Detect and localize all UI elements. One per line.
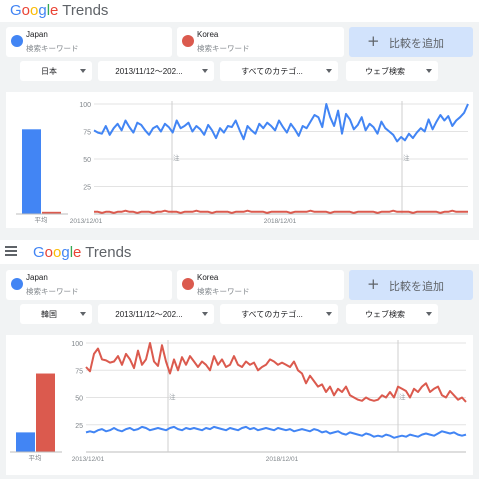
caret-down-icon — [202, 69, 208, 73]
x-tick-label: 2018/12/01 — [264, 218, 297, 225]
caret-down-icon — [426, 69, 432, 73]
interest-over-time-chart: 25 50 75 100 平均 注 注 2013/12/01 2018/12/01 — [6, 92, 473, 228]
y-tick-label: 50 — [83, 157, 91, 164]
caret-down-icon — [426, 312, 432, 316]
term-name: Japan — [26, 30, 48, 39]
trends-panel-top: Google Trends Japan 検索キーワード Korea 検索キーワー… — [0, 0, 479, 235]
y-tick-label: 100 — [71, 341, 83, 348]
term-type: 検索キーワード — [26, 287, 79, 296]
search-term-korea[interactable]: Korea 検索キーワード — [177, 270, 344, 300]
series-color-dot — [182, 278, 194, 290]
term-name: Japan — [26, 273, 48, 282]
filter-label: 2013/11/12～202... — [115, 67, 183, 76]
term-name: Korea — [197, 30, 219, 39]
logo-trends-text: Trends — [62, 2, 109, 19]
filter-label: ウェブ検索 — [365, 310, 405, 319]
average-bar-japan — [16, 432, 35, 452]
filter-label: 日本 — [41, 67, 57, 76]
series-color-dot — [182, 35, 194, 47]
logo-trends-text: Trends — [85, 244, 132, 261]
average-label: 平均 — [35, 215, 49, 224]
search-type-dropdown[interactable]: ウェブ検索 — [346, 304, 438, 324]
add-comparison-button[interactable]: + 比較を追加 — [349, 27, 473, 57]
chart-svg: 25 50 75 100 平均 注 注 2013/12/01 2018/12/01 — [10, 340, 467, 463]
filter-label: 韓国 — [41, 310, 57, 319]
term-name: Korea — [197, 273, 219, 282]
y-tick-label: 50 — [75, 396, 83, 403]
trends-panel-bottom: Google Trends Japan 検索キーワード Korea 検索キーワー… — [0, 240, 479, 478]
caret-down-icon — [202, 312, 208, 316]
caret-down-icon — [326, 69, 332, 73]
caret-down-icon — [80, 69, 86, 73]
x-tick-label: 2018/12/01 — [266, 456, 299, 463]
x-tick-label: 2013/12/01 — [70, 218, 103, 225]
note-label: 注 — [173, 153, 180, 162]
filter-label: すべてのカテゴ... — [241, 310, 303, 319]
y-tick-label: 25 — [83, 185, 91, 192]
series-line-korea — [85, 342, 467, 403]
category-dropdown[interactable]: すべてのカテゴ... — [220, 304, 338, 324]
google-trends-logo[interactable]: Google Trends — [33, 244, 131, 261]
search-term-japan[interactable]: Japan 検索キーワード — [6, 27, 172, 57]
series-line-korea — [94, 209, 468, 214]
date-range-dropdown[interactable]: 2013/11/12～202... — [98, 304, 214, 324]
filter-label: ウェブ検索 — [365, 67, 405, 76]
average-bar-korea — [36, 373, 55, 452]
add-comparison-label: 比較を追加 — [389, 281, 444, 293]
series-line-japan — [85, 425, 467, 439]
category-dropdown[interactable]: すべてのカテゴ... — [220, 61, 338, 81]
caret-down-icon — [80, 312, 86, 316]
add-comparison-button[interactable]: + 比較を追加 — [349, 270, 473, 300]
series-line-japan — [93, 103, 469, 143]
term-type: 検索キーワード — [197, 44, 250, 53]
caret-down-icon — [326, 312, 332, 316]
note-label: 注 — [169, 392, 176, 401]
menu-icon[interactable] — [5, 246, 17, 258]
search-term-korea[interactable]: Korea 検索キーワード — [177, 27, 344, 57]
y-tick-label: 100 — [79, 102, 91, 109]
region-dropdown[interactable]: 韓国 — [20, 304, 92, 324]
series-color-dot — [11, 35, 23, 47]
header-bar: Google Trends — [0, 0, 479, 22]
filter-label: すべてのカテゴ... — [241, 67, 303, 76]
series-color-dot — [11, 278, 23, 290]
chart-svg: 25 50 75 100 平均 注 注 2013/12/01 2018/12/01 — [16, 101, 469, 225]
term-type: 検索キーワード — [197, 287, 250, 296]
plus-icon: + — [367, 275, 380, 293]
y-tick-label: 25 — [75, 423, 83, 430]
filter-label: 2013/11/12～202... — [115, 310, 183, 319]
note-label: 注 — [403, 153, 410, 162]
add-comparison-label: 比較を追加 — [389, 38, 444, 50]
average-label: 平均 — [29, 453, 43, 462]
x-tick-label: 2013/12/01 — [72, 456, 105, 463]
average-bar-japan — [22, 129, 41, 214]
y-tick-label: 75 — [83, 130, 91, 137]
header-bar: Google Trends — [0, 240, 479, 264]
plus-icon: + — [367, 32, 380, 50]
date-range-dropdown[interactable]: 2013/11/12～202... — [98, 61, 214, 81]
interest-over-time-chart: 25 50 75 100 平均 注 注 2013/12/01 2018/12/01 — [6, 335, 473, 475]
y-tick-label: 75 — [75, 368, 83, 375]
search-term-japan[interactable]: Japan 検索キーワード — [6, 270, 172, 300]
note-label: 注 — [399, 392, 406, 401]
search-type-dropdown[interactable]: ウェブ検索 — [346, 61, 438, 81]
term-type: 検索キーワード — [26, 44, 79, 53]
region-dropdown[interactable]: 日本 — [20, 61, 92, 81]
google-trends-logo[interactable]: Google Trends — [10, 2, 108, 19]
